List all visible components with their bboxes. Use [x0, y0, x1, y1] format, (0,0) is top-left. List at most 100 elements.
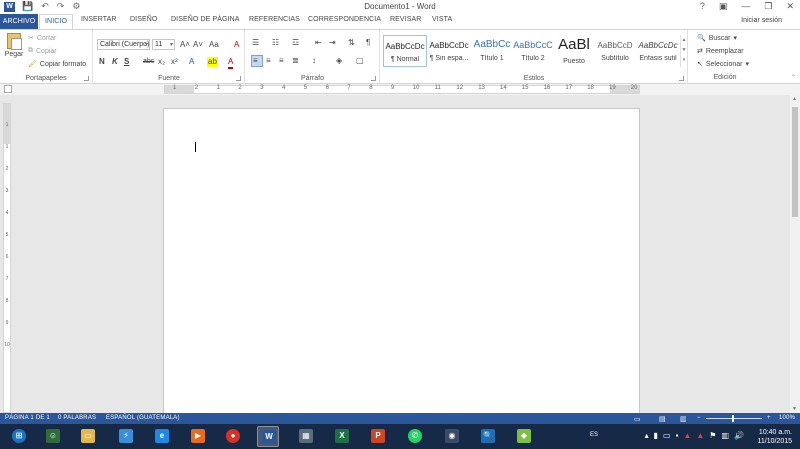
borders-icon[interactable]: ▢ — [356, 56, 364, 66]
signal-icon[interactable]: ▮ — [654, 431, 658, 440]
vertical-scrollbar[interactable]: ▲ ▼ — [790, 95, 800, 413]
scroll-down-icon[interactable]: ▼ — [792, 406, 797, 412]
taskbar-webcam-button[interactable]: ◉ — [441, 426, 463, 447]
monitor-icon[interactable]: ▪ — [676, 431, 679, 440]
style-no-spacing[interactable]: AaBbCcDc ¶ Sin espa... — [427, 35, 471, 67]
input-language[interactable]: ES — [590, 432, 598, 438]
highlight-color-button[interactable]: ab — [207, 57, 218, 67]
style-subtle-emphasis[interactable]: AaBbCcDc Énfasis sutil — [636, 35, 680, 67]
subscript-button[interactable]: x₂ — [158, 57, 165, 67]
tab-view[interactable]: VISTA — [432, 16, 452, 23]
show-formatting-button[interactable]: ¶ — [366, 38, 370, 48]
action-center-icon[interactable]: ⚑ — [709, 431, 716, 440]
tab-review[interactable]: REVISAR — [390, 16, 421, 23]
tab-selector[interactable] — [4, 85, 12, 93]
styles-launcher-icon[interactable] — [679, 76, 684, 81]
web-layout-icon[interactable]: ▥ — [680, 415, 687, 423]
clipboard-launcher-icon[interactable] — [84, 76, 89, 81]
scrollbar-thumb[interactable] — [792, 107, 798, 217]
clear-formatting-button[interactable]: A — [234, 40, 239, 50]
taskbar-word-button[interactable]: W — [257, 426, 279, 447]
zoom-out-icon[interactable]: − — [697, 415, 701, 421]
align-left-icon[interactable]: ≡ — [253, 56, 258, 66]
tab-page-layout[interactable]: DISEÑO DE PÁGINA — [171, 16, 240, 23]
scroll-up-icon[interactable]: ▲ — [792, 96, 797, 102]
tab-design[interactable]: DISEÑO — [130, 16, 157, 23]
language-indicator[interactable]: ESPAÑOL (GUATEMALA) — [106, 415, 180, 421]
tab-insert[interactable]: INSERTAR — [81, 16, 117, 23]
scroll-down-icon[interactable]: ▼ — [681, 45, 687, 55]
tab-home[interactable]: INICIO — [39, 14, 73, 29]
font-color-button[interactable]: A — [228, 57, 234, 69]
tab-mailings[interactable]: CORRESPONDENCIA — [308, 16, 381, 23]
replace-button[interactable]: ⇄ Reemplazar — [697, 47, 744, 56]
network-icon[interactable]: ▥ — [721, 431, 729, 440]
sort-icon[interactable]: ⇅ — [348, 38, 355, 48]
font-name-combobox[interactable]: Calibri (Cuerpo) ▾ — [97, 39, 150, 50]
shading-icon[interactable]: ◈ — [336, 56, 342, 66]
style-title[interactable]: AaBl Puesto — [552, 35, 596, 67]
shrink-font-button[interactable]: A˅ — [193, 40, 203, 50]
zoom-in-icon[interactable]: + — [767, 415, 771, 421]
more-styles-icon[interactable]: ▾ — [681, 55, 687, 65]
help-icon[interactable]: ? — [700, 1, 705, 12]
zoom-slider-thumb[interactable] — [732, 415, 734, 422]
taskbar-ie-button[interactable]: e — [151, 426, 173, 447]
italic-button[interactable]: K — [112, 57, 118, 67]
taskbar-start-button[interactable]: ⊞ — [8, 426, 30, 447]
increase-indent-icon[interactable]: ⇥ — [329, 38, 336, 48]
restore-button[interactable]: ❐ — [764, 1, 772, 12]
underline-button[interactable]: S — [124, 57, 129, 67]
taskbar-search-button[interactable]: 🔍 — [477, 426, 499, 447]
read-mode-icon[interactable]: ▭ — [634, 415, 641, 423]
taskbar-excel-button[interactable]: X — [331, 426, 353, 447]
battery-icon[interactable]: ▭ — [663, 431, 671, 440]
align-center-icon[interactable]: ≡ — [266, 56, 271, 66]
tab-references[interactable]: REFERENCIAS — [249, 16, 300, 23]
document-page[interactable] — [163, 108, 640, 413]
zoom-level[interactable]: 100% — [779, 415, 795, 421]
paragraph-launcher-icon[interactable] — [371, 76, 376, 81]
sign-in-link[interactable]: Iniciar sesión — [741, 17, 782, 24]
clock[interactable]: 10:40 a.m. 11/10/2015 — [757, 428, 792, 446]
minimize-button[interactable]: — — [741, 1, 750, 12]
bold-button[interactable]: N — [99, 57, 105, 67]
close-button[interactable]: ✕ — [786, 1, 794, 12]
line-spacing-icon[interactable]: ↕ — [312, 56, 316, 66]
strikethrough-button[interactable]: abc — [143, 57, 154, 67]
bullets-icon[interactable]: ☰ — [252, 38, 259, 48]
taskbar-chrome-button[interactable]: ● — [222, 426, 244, 447]
taskbar-people-button[interactable]: ☺ — [42, 426, 64, 447]
copy-button[interactable]: ⧉ Copiar — [28, 47, 57, 55]
scroll-up-icon[interactable]: ▲ — [681, 35, 687, 45]
taskbar-powerpoint-button[interactable]: P — [367, 426, 389, 447]
cut-button[interactable]: ✂ Cortar — [28, 34, 56, 43]
align-right-icon[interactable]: ≡ — [279, 56, 284, 66]
find-button[interactable]: 🔍 Buscar ▾ — [697, 34, 737, 43]
numbering-icon[interactable]: ☷ — [272, 38, 279, 48]
style-heading-2[interactable]: AaBbCcC Título 2 — [511, 35, 555, 67]
page-count[interactable]: PÁGINA 1 DE 1 — [5, 415, 50, 421]
taskbar-whatsapp-button[interactable]: ✆ — [404, 426, 426, 447]
styles-gallery-scroll[interactable]: ▲ ▼ ▾ — [680, 35, 687, 67]
multilevel-list-icon[interactable]: ☲ — [292, 38, 299, 48]
show-hidden-icons-icon[interactable]: ▴ — [645, 431, 649, 440]
paste-button[interactable]: Pegar — [4, 33, 24, 65]
style-subtitle[interactable]: AaBbCcD Subtítulo — [593, 35, 637, 67]
change-case-button[interactable]: Aa — [209, 40, 219, 50]
taskbar-media-button[interactable]: ▶ — [187, 426, 209, 447]
zoom-slider-track[interactable] — [706, 418, 762, 419]
vertical-ruler[interactable]: 1 1 2 3 4 5 6 7 8 9 10 — [3, 103, 11, 413]
word-count[interactable]: 0 PALABRAS — [58, 415, 96, 421]
grow-font-button[interactable]: A˄ — [180, 40, 190, 50]
horizontal-ruler[interactable]: 1 2 1 2 3 4 5 6 7 8 9 10 11 12 13 14 15 16 17 18 19 20 — [164, 85, 640, 94]
superscript-button[interactable]: x² — [171, 57, 178, 67]
print-layout-icon[interactable]: ▤ — [659, 415, 666, 423]
collapse-ribbon-icon[interactable]: ⌃ — [791, 74, 796, 81]
justify-icon[interactable]: ≣ — [292, 56, 299, 66]
warning-icon[interactable]: ▲ — [696, 431, 704, 440]
style-heading-1[interactable]: AaBbCc Título 1 — [470, 35, 514, 67]
volume-icon[interactable]: 🔊 — [734, 431, 744, 440]
font-size-combobox[interactable]: 11 ▾ — [152, 39, 175, 50]
tab-file[interactable]: ARCHIVO — [0, 14, 38, 29]
